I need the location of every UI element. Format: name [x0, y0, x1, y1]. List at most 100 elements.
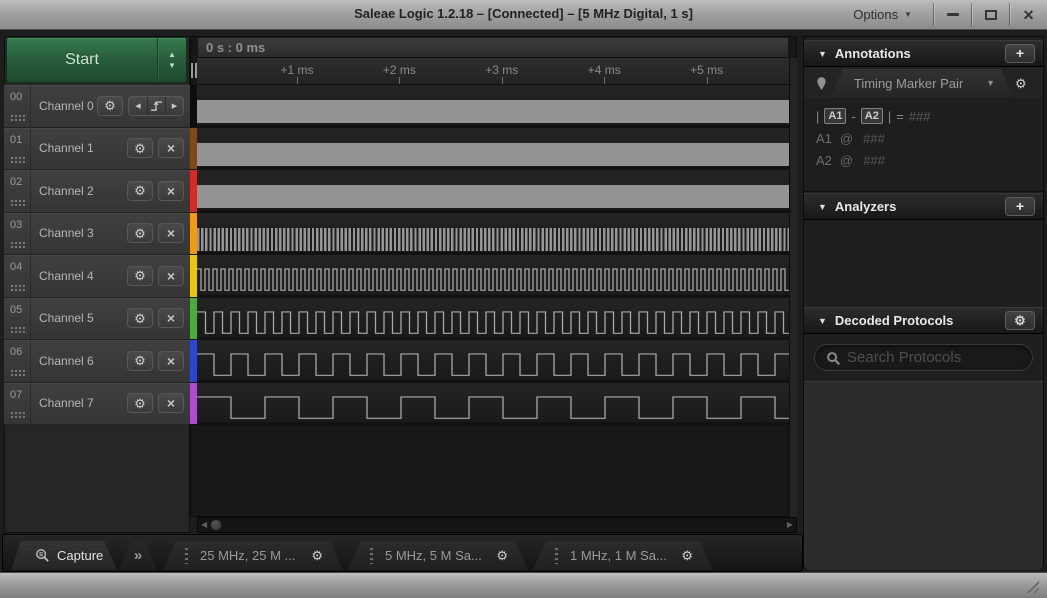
- channel-buttons: ⚙ ◀ ▶: [97, 85, 184, 127]
- channel-number: 02: [10, 176, 30, 188]
- add-annotation-button[interactable]: +: [1005, 44, 1035, 63]
- timeline-tick-mark: [297, 77, 298, 84]
- waveform-square-wave: [197, 383, 789, 423]
- marker-a2-value: ###: [863, 153, 885, 168]
- channel-number-column: 01: [4, 128, 31, 170]
- channel-remove-button[interactable]: ×: [158, 223, 184, 243]
- channel-drag-handle[interactable]: [10, 156, 25, 163]
- preset-tab[interactable]: 25 MHz, 25 M ...⚙: [163, 541, 343, 570]
- tab-drag-handle[interactable]: [555, 548, 558, 564]
- waveform-square-wave: [197, 255, 789, 295]
- scroll-right-arrow-icon[interactable]: ▶: [787, 520, 793, 530]
- waveform-dense-stripes: [197, 228, 789, 251]
- channel-settings-button[interactable]: ⚙: [127, 308, 153, 328]
- channel-drag-handle[interactable]: [10, 326, 25, 333]
- trigger-prev-button[interactable]: ◀: [129, 97, 147, 115]
- timing-marker-pair-dropdown[interactable]: Timing Marker Pair ▼: [831, 69, 1013, 97]
- collapse-caret-icon[interactable]: ▼: [818, 316, 827, 326]
- close-icon: ×: [167, 269, 175, 283]
- channel-drag-handle[interactable]: [10, 114, 25, 121]
- waveform-rows[interactable]: [197, 85, 789, 425]
- preset-settings-button[interactable]: ⚙: [311, 548, 323, 563]
- channel-number: 05: [10, 304, 30, 316]
- channel-settings-button[interactable]: ⚙: [97, 96, 123, 116]
- timeline-tick-label: +1 ms: [280, 63, 313, 77]
- waveform-row: [197, 85, 789, 128]
- analyzers-header: ▼ Analyzers +: [804, 193, 1043, 220]
- channel-drag-handle[interactable]: [10, 241, 25, 248]
- timeline-ruler[interactable]: +1 ms+2 ms+3 ms+4 ms+5 ms: [197, 58, 789, 85]
- preset-settings-button[interactable]: ⚙: [681, 548, 693, 563]
- chevron-down-icon: ▼: [986, 78, 995, 88]
- preset-tab[interactable]: 5 MHz, 5 M Sa...⚙: [348, 541, 528, 570]
- window-resize-grip[interactable]: [1023, 580, 1039, 593]
- timeline-tick-label: +2 ms: [383, 63, 416, 77]
- channel-list: 00Channel 0⚙◀▶01Channel 1⚙×02Channel 2⚙×…: [4, 85, 190, 425]
- scroll-left-arrow-icon[interactable]: ◀: [201, 520, 207, 530]
- channel-settings-button[interactable]: ⚙: [127, 266, 153, 286]
- horizontal-scrollbar[interactable]: ◀ ▶: [197, 517, 797, 533]
- channel-drag-handle[interactable]: [10, 199, 25, 206]
- channel-remove-button[interactable]: ×: [158, 308, 184, 328]
- channel-row: 01Channel 1⚙×: [4, 128, 190, 171]
- channel-drag-handle[interactable]: [10, 369, 25, 376]
- channel-number: 00: [10, 91, 30, 103]
- channel-remove-button[interactable]: ×: [158, 393, 184, 413]
- channel-remove-button[interactable]: ×: [158, 181, 184, 201]
- timing-marker-pair-label: Timing Marker Pair: [831, 76, 986, 91]
- trigger-edge-button[interactable]: [147, 97, 165, 115]
- preset-settings-button[interactable]: ⚙: [496, 548, 508, 563]
- channel-name: Channel 7: [39, 396, 94, 410]
- tab-overflow-button[interactable]: »: [119, 541, 157, 570]
- channel-drag-handle[interactable]: [10, 284, 25, 291]
- annotation-settings-button[interactable]: ⚙: [1015, 76, 1027, 91]
- channel-remove-button[interactable]: ×: [158, 138, 184, 158]
- channel-drag-handle[interactable]: [10, 411, 25, 418]
- options-menu-button[interactable]: Options ▼: [843, 0, 922, 29]
- preset-tab[interactable]: 1 MHz, 1 M Sa...⚙: [533, 541, 713, 570]
- gear-icon: ⚙: [134, 354, 146, 367]
- marker-a1-row: A1@###: [816, 131, 1043, 146]
- add-analyzer-button[interactable]: +: [1005, 197, 1035, 216]
- minimize-button[interactable]: [934, 0, 971, 29]
- channel-color-strip: [190, 170, 197, 213]
- maximize-icon: [985, 10, 997, 20]
- channel-remove-button[interactable]: ×: [158, 351, 184, 371]
- tab-drag-handle[interactable]: [185, 548, 188, 564]
- channel-name: Channel 2: [39, 184, 94, 198]
- channel-settings-button[interactable]: ⚙: [127, 181, 153, 201]
- channel-buttons: ⚙×: [127, 213, 184, 255]
- trigger-next-button[interactable]: ▶: [165, 97, 183, 115]
- channel-settings-button[interactable]: ⚙: [127, 351, 153, 371]
- marker-a2-chip[interactable]: A2: [861, 108, 883, 124]
- channel-buttons: ⚙×: [127, 298, 184, 340]
- channel-settings-button[interactable]: ⚙: [127, 138, 153, 158]
- analyzers-list: [804, 221, 1043, 306]
- maximize-button[interactable]: [972, 0, 1009, 29]
- tab-capture[interactable]: Capture: [11, 541, 117, 570]
- channel-settings-button[interactable]: ⚙: [127, 223, 153, 243]
- channel-remove-button[interactable]: ×: [158, 266, 184, 286]
- tab-drag-handle[interactable]: [370, 548, 373, 564]
- ruler-grip-left[interactable]: [191, 63, 197, 78]
- start-capture-button[interactable]: Start ▲ ▼: [6, 37, 187, 83]
- decoded-protocols-settings-button[interactable]: ⚙: [1005, 311, 1035, 330]
- window-status-strip: [0, 572, 1047, 598]
- protocol-search-area: [804, 335, 1043, 381]
- vertical-scroll-strip[interactable]: [789, 58, 797, 517]
- close-button[interactable]: ×: [1010, 0, 1047, 29]
- marker-a1-chip[interactable]: A1: [824, 108, 846, 124]
- scrollbar-thumb[interactable]: [210, 519, 222, 531]
- collapse-caret-icon[interactable]: ▼: [818, 49, 827, 59]
- timeline-tick-mark: [604, 77, 605, 84]
- channel-row: 04Channel 4⚙×: [4, 255, 190, 298]
- close-icon: ×: [167, 184, 175, 198]
- gear-icon: ⚙: [104, 99, 116, 112]
- timeline-position-bar[interactable]: 0 s : 0 ms: [197, 37, 789, 58]
- collapse-caret-icon[interactable]: ▼: [818, 202, 827, 212]
- channel-settings-button[interactable]: ⚙: [127, 393, 153, 413]
- start-options-toggle[interactable]: ▲ ▼: [158, 38, 186, 82]
- search-protocols-input[interactable]: [847, 346, 1027, 369]
- channel-number-column: 06: [4, 340, 31, 382]
- close-icon: ×: [167, 226, 175, 240]
